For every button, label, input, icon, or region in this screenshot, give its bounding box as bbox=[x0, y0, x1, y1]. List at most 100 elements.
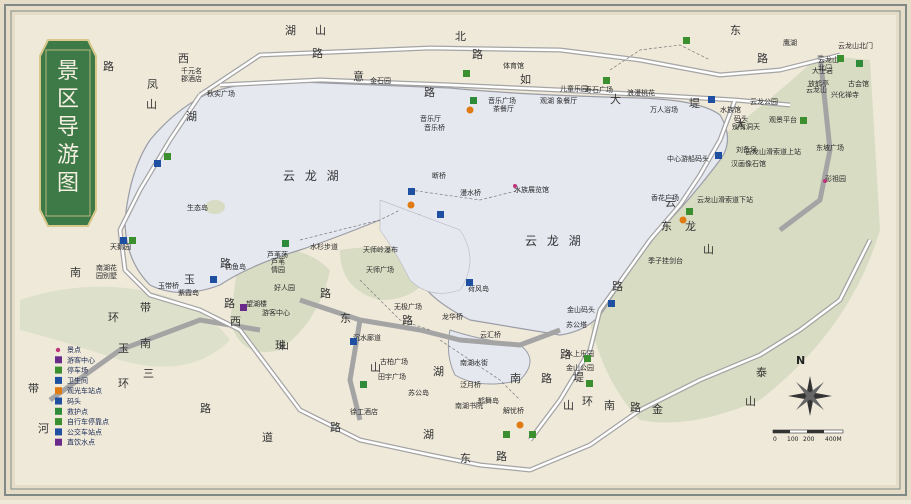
place-label: 兴化禅寺 bbox=[831, 90, 859, 99]
restroom-icon[interactable] bbox=[154, 160, 161, 167]
place-label: 茶餐厅 bbox=[493, 104, 514, 113]
parking-icon[interactable] bbox=[529, 431, 536, 438]
anchor-icon[interactable] bbox=[715, 152, 722, 159]
scenic-spot-dot[interactable] bbox=[513, 184, 517, 188]
restroom-icon[interactable] bbox=[350, 338, 357, 345]
place-label: 秋实广场 bbox=[207, 89, 235, 98]
place-label: 体育馆 bbox=[503, 61, 524, 70]
legend-icon bbox=[55, 387, 62, 395]
place-label: 游客中心 bbox=[262, 308, 290, 317]
road-label: 山 bbox=[315, 24, 326, 37]
legend-icon bbox=[55, 438, 62, 446]
place-label: 金山码头 bbox=[567, 305, 595, 314]
place-label: 金山公园 bbox=[566, 363, 594, 372]
scenic-spot-dot[interactable] bbox=[823, 179, 827, 183]
parking-icon[interactable] bbox=[584, 355, 591, 362]
anchor-icon[interactable] bbox=[408, 188, 415, 195]
parking-icon[interactable] bbox=[463, 70, 470, 77]
road-label: 大 bbox=[610, 92, 621, 106]
place-label: 鹰湖 bbox=[783, 38, 797, 47]
hill-label: 山 bbox=[279, 340, 289, 352]
map-title: 景区导游图 bbox=[57, 59, 79, 196]
road-label: 路 bbox=[330, 421, 341, 434]
road-label: 东 bbox=[661, 220, 672, 233]
parking-icon[interactable] bbox=[129, 237, 136, 244]
place-label: 徐工酒店 bbox=[350, 407, 378, 416]
road-label: 湖 bbox=[285, 24, 296, 37]
parking-icon[interactable] bbox=[603, 77, 610, 84]
road-label: 山 bbox=[745, 395, 756, 408]
place-label: 音乐广场 bbox=[488, 96, 516, 105]
parking-icon[interactable] bbox=[586, 380, 593, 387]
sightseeing-bus-icon[interactable] bbox=[516, 421, 524, 429]
title-scroll: 景区导游图 bbox=[39, 39, 97, 227]
road-label: 凤 bbox=[147, 78, 158, 91]
place-label: 寿石广场 bbox=[585, 85, 613, 94]
parking-icon[interactable] bbox=[683, 37, 690, 44]
scale-tick: 400M bbox=[825, 436, 842, 443]
first-aid-icon[interactable] bbox=[856, 60, 863, 67]
place-label: 金石园 bbox=[370, 76, 391, 85]
map-root: { "title": "景区导游图", "north_label": "N", … bbox=[0, 0, 911, 500]
road-label: 山 bbox=[703, 243, 714, 256]
scale-tick: 200 bbox=[803, 436, 815, 443]
road-label: 湖 bbox=[186, 110, 197, 123]
road-label: 湖 bbox=[423, 428, 434, 441]
place-label: 芦苇情园 bbox=[271, 257, 285, 274]
road-label: 带 bbox=[140, 301, 151, 314]
road-label: 路 bbox=[224, 297, 235, 310]
place-label: 儿童乐园 bbox=[560, 84, 588, 93]
north-label: N bbox=[796, 354, 805, 367]
road-label: 西 bbox=[178, 52, 189, 65]
restroom-icon[interactable] bbox=[120, 237, 127, 244]
place-label: 苏公塔 bbox=[566, 320, 587, 329]
road-label: 东 bbox=[460, 452, 471, 465]
legend-label: 自行车停靠点 bbox=[67, 417, 109, 426]
road-label: 路 bbox=[472, 48, 483, 61]
scenic-area-map: 云 龙 湖 云 龙 湖 湖 山 北 路 西 路 凤 山 路 如 意 路 大 堤 … bbox=[0, 0, 911, 500]
place-label: 云龙山滑索道上站 bbox=[745, 147, 801, 156]
parking-icon[interactable] bbox=[503, 431, 510, 438]
place-label: 水杉步道 bbox=[310, 242, 338, 251]
parking-icon[interactable] bbox=[164, 153, 171, 160]
first-aid-icon[interactable] bbox=[470, 97, 477, 104]
place-label: 千元名郡酒店 bbox=[181, 66, 202, 83]
legend-icon bbox=[55, 366, 62, 374]
legend-item: 卫生间 bbox=[55, 376, 88, 385]
road-label: 路 bbox=[424, 86, 435, 99]
parking-icon[interactable] bbox=[686, 208, 693, 215]
place-label: 解忧桥 bbox=[503, 406, 524, 415]
first-aid-icon[interactable] bbox=[360, 381, 367, 388]
legend-label: 停车场 bbox=[67, 366, 88, 375]
anchor-icon[interactable] bbox=[210, 276, 217, 283]
anchor-icon[interactable] bbox=[608, 300, 615, 307]
sightseeing-bus-icon[interactable] bbox=[679, 216, 687, 224]
road-label: 环 bbox=[118, 377, 129, 390]
sightseeing-bus-icon[interactable] bbox=[466, 106, 474, 114]
road-label: 路 bbox=[757, 52, 768, 65]
scale-tick: 100 bbox=[787, 436, 799, 443]
road-label: 路 bbox=[630, 401, 641, 414]
sightseeing-bus-icon[interactable] bbox=[407, 201, 415, 209]
place-label: 龙华桥 bbox=[442, 312, 463, 321]
legend-label: 直饮水点 bbox=[67, 438, 95, 447]
restroom-icon[interactable] bbox=[466, 279, 473, 286]
legend-item: 码头 bbox=[55, 397, 81, 406]
first-aid-icon[interactable] bbox=[282, 240, 289, 247]
anchor-icon[interactable] bbox=[437, 211, 444, 218]
visitor-center-icon[interactable] bbox=[240, 304, 247, 311]
restroom-icon[interactable] bbox=[708, 96, 715, 103]
place-label: 紫霞岛 bbox=[178, 288, 199, 297]
place-label: 云龙山滑索道下站 bbox=[697, 195, 753, 204]
road-label: 山 bbox=[146, 98, 157, 111]
place-label: 古柏广场 bbox=[380, 357, 408, 366]
road-label: 北 bbox=[455, 30, 466, 43]
parking-icon[interactable] bbox=[837, 55, 844, 62]
road-label: 湖 bbox=[433, 365, 444, 378]
parking-icon[interactable] bbox=[800, 117, 807, 124]
place-label: 泛月桥 bbox=[460, 380, 481, 389]
road-label: 路 bbox=[541, 372, 552, 385]
place-label: 望湖楼 bbox=[246, 299, 267, 308]
road-label: 路 bbox=[312, 47, 323, 60]
place-label: 无极广场 bbox=[394, 302, 422, 311]
